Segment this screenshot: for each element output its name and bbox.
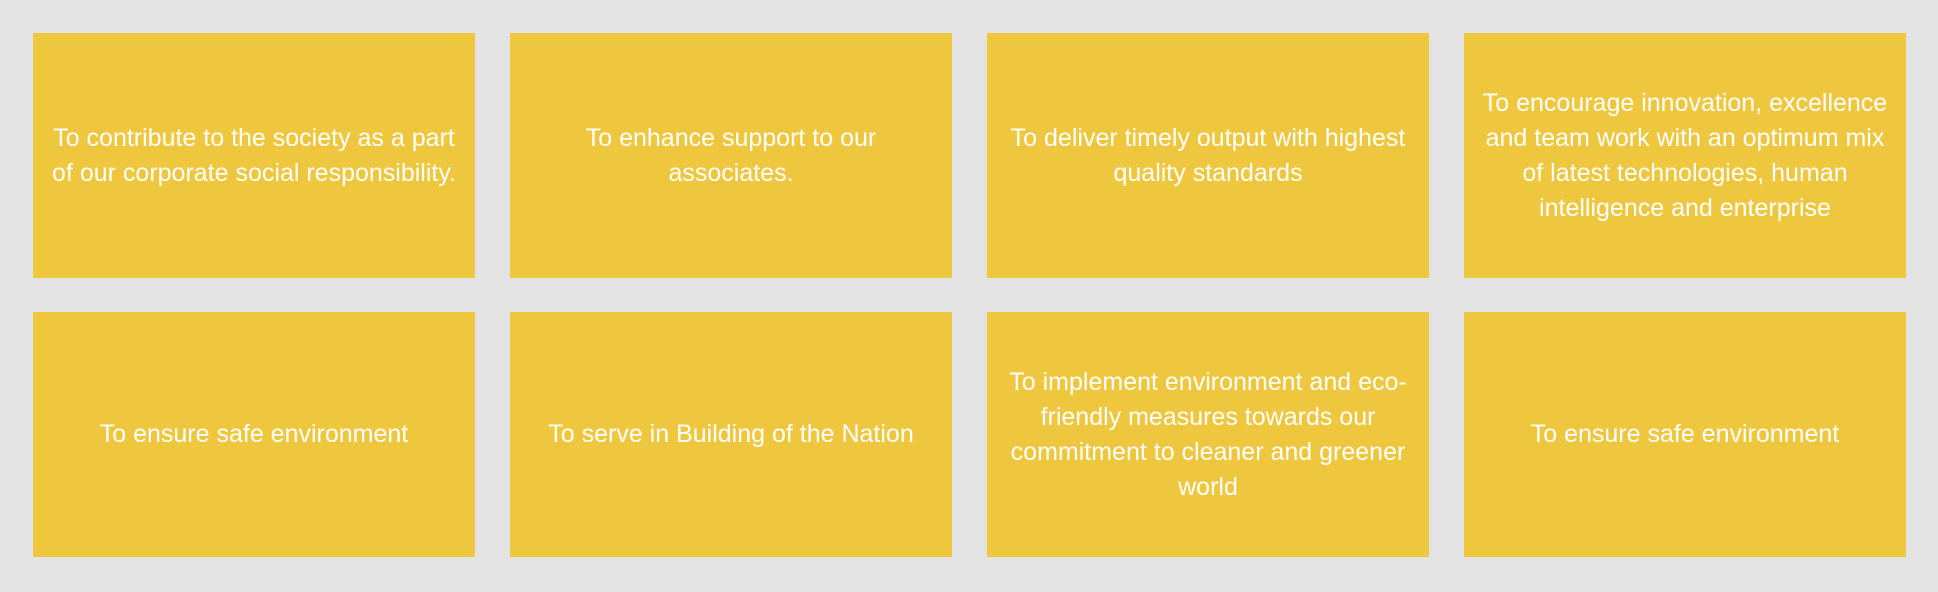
objective-text: To encourage innovation, excellence and …: [1482, 88, 1888, 222]
objective-text: To serve in Building of the Nation: [548, 420, 914, 448]
objectives-grid: To contribute to the society as a part o…: [33, 33, 1906, 557]
objective-card: To implement environment and eco-friendl…: [987, 312, 1429, 557]
objective-text: To ensure safe environment: [1530, 420, 1840, 448]
objective-card: To contribute to the society as a part o…: [33, 33, 475, 278]
objective-card: To encourage innovation, excellence and …: [1464, 33, 1906, 278]
objective-text: To implement environment and eco-friendl…: [1009, 367, 1407, 501]
objective-card: To ensure safe environment: [33, 312, 475, 557]
objective-text: To ensure safe environment: [99, 420, 409, 448]
objective-card: To ensure safe environment: [1464, 312, 1906, 557]
objective-text: To contribute to the society as a part o…: [52, 123, 456, 187]
objective-card: To enhance support to our associates.: [510, 33, 952, 278]
objective-text: To deliver timely output with highest qu…: [1010, 123, 1406, 187]
objective-card: To deliver timely output with highest qu…: [987, 33, 1429, 278]
objective-text: To enhance support to our associates.: [585, 123, 877, 187]
objective-card: To serve in Building of the Nation: [510, 312, 952, 557]
